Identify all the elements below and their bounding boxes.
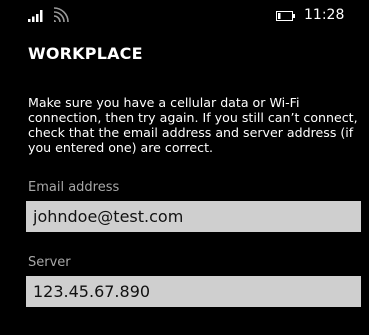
connection-error-message: Make sure you have a cellular data or Wi… xyxy=(28,95,358,155)
wifi-icon xyxy=(53,7,69,23)
email-address-label: Email address xyxy=(28,180,120,195)
clock: 11:28 xyxy=(304,7,345,23)
email-address-input[interactable] xyxy=(26,201,361,232)
battery-icon xyxy=(276,11,295,21)
server-input[interactable] xyxy=(26,276,361,307)
status-bar: 11:28 xyxy=(0,0,369,30)
server-label: Server xyxy=(28,255,71,270)
page-title: WORKPLACE xyxy=(28,44,143,63)
signal-strength-icon xyxy=(28,10,43,22)
